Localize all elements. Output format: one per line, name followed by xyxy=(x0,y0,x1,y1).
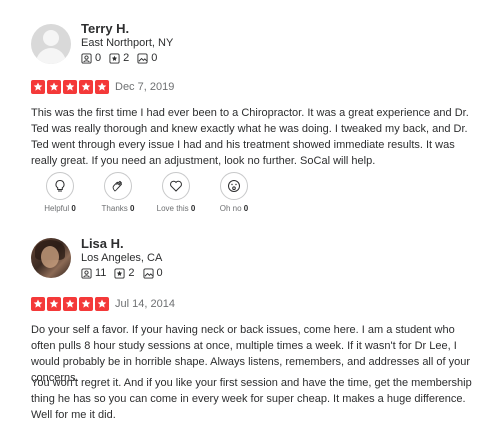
lightbulb-icon xyxy=(55,179,65,192)
star-icon xyxy=(95,80,109,94)
rating-row: Jul 14, 2014 xyxy=(31,297,175,311)
review-star-icon xyxy=(114,267,125,279)
friends-count: 0 xyxy=(95,52,102,64)
reaction-label: Thanks xyxy=(101,204,128,213)
friends-count: 11 xyxy=(95,267,107,279)
clap-icon xyxy=(112,180,122,192)
reviews-count: 2 xyxy=(123,52,130,64)
reviews-stat: 2 xyxy=(114,267,135,279)
friends-icon xyxy=(81,267,92,279)
surprised-face-icon xyxy=(228,180,240,192)
reviews-count: 2 xyxy=(128,267,135,279)
reviewer-name[interactable]: Lisa H. xyxy=(81,236,124,251)
reaction-label: Love this xyxy=(156,204,189,213)
avatar[interactable] xyxy=(31,24,71,64)
star-icon xyxy=(63,80,77,94)
reaction-label: Oh no xyxy=(219,204,242,213)
reviewer-stats: 11 2 0 xyxy=(81,267,163,279)
heart-icon xyxy=(170,180,182,192)
star-icon xyxy=(47,80,61,94)
reaction-count: 0 xyxy=(130,204,135,213)
review-star-icon xyxy=(109,52,120,64)
reaction-count: 0 xyxy=(71,204,76,213)
reaction-label: Helpful xyxy=(44,204,70,213)
reviewer-location: Los Angeles, CA xyxy=(81,252,163,264)
friends-icon xyxy=(81,52,92,64)
review-date: Dec 7, 2019 xyxy=(115,81,175,93)
reaction-count: 0 xyxy=(190,204,196,213)
photo-icon xyxy=(143,267,154,279)
star-icon xyxy=(31,80,45,94)
thanks-button[interactable]: Thanks 0 xyxy=(89,172,147,213)
review-date: Jul 14, 2014 xyxy=(115,298,175,310)
star-rating xyxy=(31,80,109,94)
avatar[interactable] xyxy=(31,238,71,278)
helpful-button[interactable]: Helpful 0 xyxy=(31,172,89,213)
star-icon xyxy=(47,297,61,311)
reaction-count: 0 xyxy=(243,204,249,213)
friends-stat: 11 xyxy=(81,267,106,279)
star-icon xyxy=(31,297,45,311)
photo-icon xyxy=(137,52,148,64)
photos-stat: 0 xyxy=(143,267,163,279)
star-icon xyxy=(79,297,93,311)
star-icon xyxy=(63,297,77,311)
review-text: This was the first time I had ever been … xyxy=(31,107,469,167)
star-icon xyxy=(95,297,109,311)
reviews-stat: 2 xyxy=(109,52,129,64)
reaction-bar: Helpful 0 Thanks 0 Love this 0 Oh no 0 xyxy=(31,172,263,213)
star-icon xyxy=(79,80,93,94)
love-this-button[interactable]: Love this 0 xyxy=(147,172,205,213)
photos-count: 0 xyxy=(156,267,163,279)
photos-stat: 0 xyxy=(137,52,157,64)
star-rating xyxy=(31,297,109,311)
friends-stat: 0 xyxy=(81,52,101,64)
reviewer-stats: 0 2 0 xyxy=(81,52,157,64)
reviewer-location: East Northport, NY xyxy=(81,37,174,49)
photos-count: 0 xyxy=(151,52,158,64)
reviewer-name[interactable]: Terry H. xyxy=(81,21,129,36)
rating-row: Dec 7, 2019 xyxy=(31,80,174,94)
oh-no-button[interactable]: Oh no 0 xyxy=(205,172,263,213)
